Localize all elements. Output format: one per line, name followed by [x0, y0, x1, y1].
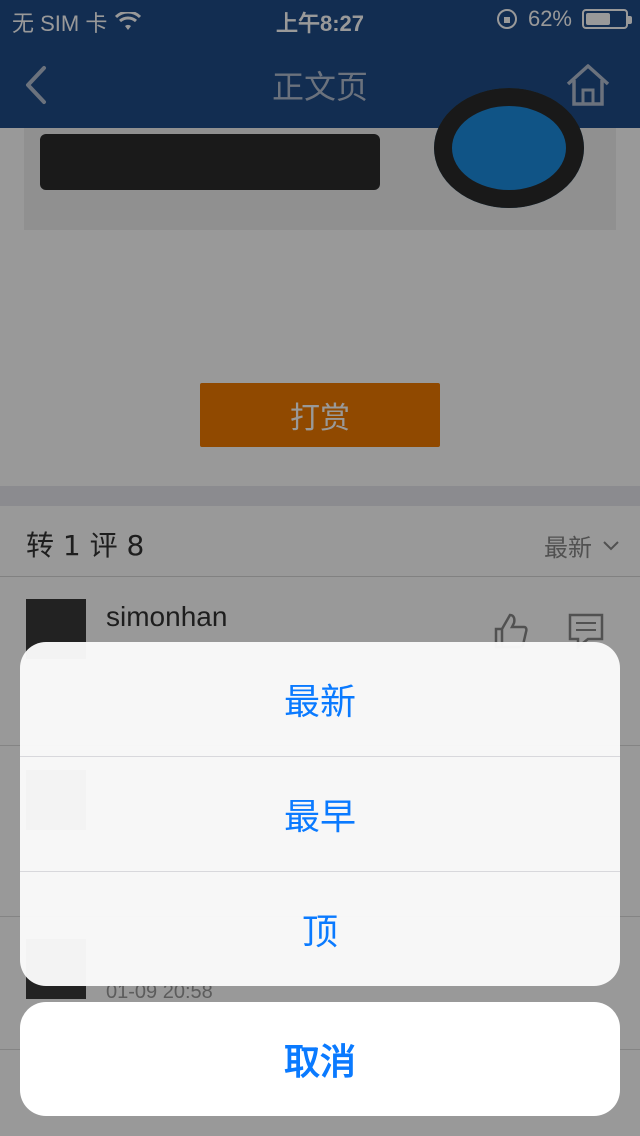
- sort-action-sheet: 最新 最早 顶: [20, 642, 620, 986]
- cancel-button[interactable]: 取消: [20, 1002, 620, 1116]
- sort-option-oldest[interactable]: 最早: [20, 757, 620, 872]
- sort-option-top[interactable]: 顶: [20, 872, 620, 986]
- sort-option-newest[interactable]: 最新: [20, 642, 620, 757]
